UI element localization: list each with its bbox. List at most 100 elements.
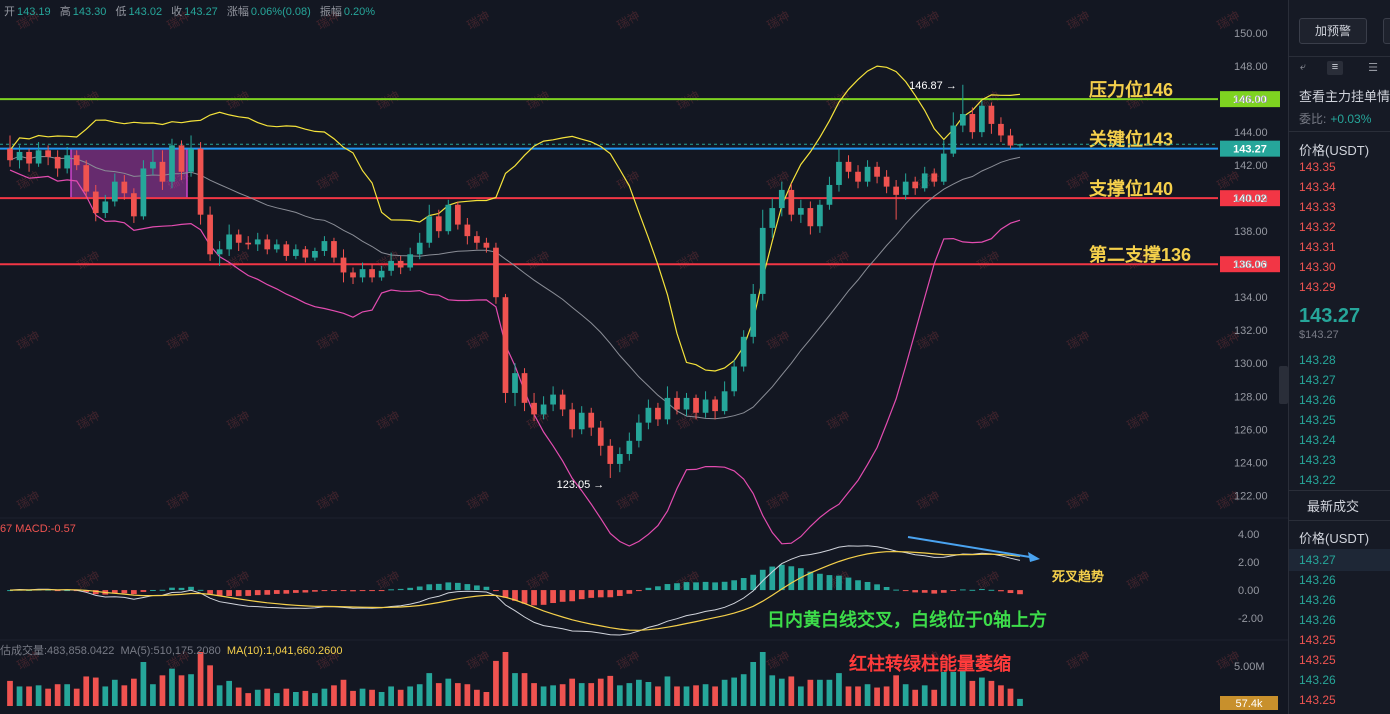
tab-list-icon[interactable]: ☰ (1365, 61, 1381, 75)
watermark-text: 瑞神 (615, 488, 643, 512)
macd-histogram-bar (226, 590, 233, 597)
watermark-text: 瑞神 (975, 408, 1003, 432)
ask-price[interactable]: 143.30 (1299, 260, 1336, 274)
volume-bar (1017, 698, 1023, 706)
price-axis[interactable]: 150.00 148.00 146.00 144.00 142.00 140.00 138.… (1234, 28, 1268, 502)
watermark-text: 瑞神 (915, 488, 943, 512)
watermark-text: 瑞神 (975, 88, 1003, 112)
volume-bar (131, 678, 137, 706)
macd-histogram-bar (607, 590, 614, 598)
volume-last-label: 57.4k (1236, 698, 1263, 710)
candle-body (702, 399, 709, 413)
ratio-value: +0.03% (1330, 112, 1372, 126)
macd-histogram-bar (988, 589, 995, 591)
macd-histogram-bar (902, 590, 909, 592)
macd-histogram-bar (207, 590, 213, 594)
boll-lower-line (9, 169, 1021, 547)
candle-body (950, 125, 957, 154)
divider (1289, 520, 1390, 521)
chart-scroll-handle[interactable] (1279, 366, 1288, 404)
volume-bar (512, 673, 518, 706)
volume-bar (693, 685, 699, 706)
macd-histogram-bar (312, 590, 318, 592)
book-title[interactable]: 查看主力挂单情 (1299, 86, 1390, 105)
ask-price[interactable]: 143.31 (1299, 240, 1336, 254)
volume-bar (893, 675, 899, 706)
candle-body (350, 272, 356, 278)
volume-bar (273, 693, 280, 706)
trades-title: 最新成交 (1307, 499, 1360, 514)
candle-body (807, 208, 814, 227)
volume-bar (426, 673, 433, 706)
candle-body (502, 297, 509, 393)
macd-histogram-bar (759, 569, 766, 591)
bid-price[interactable]: 143.26 (1299, 393, 1336, 407)
macd-histogram-bar (597, 590, 604, 598)
watermark-text: 瑞神 (765, 648, 793, 672)
bid-price[interactable]: 143.22 (1299, 473, 1336, 487)
candle-body (331, 241, 337, 258)
add-alert-button[interactable]: 加预警 (1299, 18, 1367, 44)
price-chart[interactable]: 瑞神 瑞神 瑞神 瑞神 瑞神 瑞神 瑞神 瑞神 瑞神瑞神 瑞神 瑞神 瑞神 瑞神 瑞神 瑞神 瑞神瑞神 瑞神 瑞神… (0, 0, 1288, 714)
close-value: 143.27 (184, 6, 218, 18)
order-book-panel: 加预警 已 ⤶ ≡ ☰ 查看主力挂单情 委比:+0.03% 价格(USDT) 1… (1288, 0, 1390, 714)
macd-annotation: 日内黄白线交叉，白线位于0轴上方 (767, 609, 1047, 630)
macd-histogram-bar (826, 575, 833, 591)
volume-bar (445, 678, 452, 706)
candle-body (140, 168, 147, 217)
watermark-text: 瑞神 (615, 648, 643, 672)
macd-histogram-bar (817, 573, 823, 591)
candle-body (407, 254, 414, 268)
volume-bar (645, 682, 652, 706)
macd-histogram-bar (197, 589, 204, 591)
tab-both-icon[interactable]: ≡ (1327, 61, 1343, 75)
ask-price[interactable]: 143.32 (1299, 220, 1336, 234)
volume-bar (674, 686, 680, 706)
candle-body (588, 412, 595, 428)
ask-price[interactable]: 143.33 (1299, 200, 1336, 214)
watermark-text: 瑞神 (315, 328, 343, 352)
secondary-button[interactable]: 已 (1383, 18, 1390, 44)
macd-histogram-bar (959, 589, 966, 591)
bid-price[interactable]: 143.25 (1299, 413, 1336, 427)
price-tick-label: 142.00 (1234, 160, 1268, 172)
candle-body (921, 173, 928, 189)
low-label: 低 (115, 6, 127, 18)
bid-price[interactable]: 143.24 (1299, 433, 1336, 447)
bid-price[interactable]: 143.23 (1299, 453, 1336, 467)
candle-body (283, 244, 290, 256)
candle-body (454, 204, 461, 225)
macd-histogram-bar (321, 590, 328, 592)
bid-price[interactable]: 143.28 (1299, 353, 1336, 367)
volume-bar (616, 685, 623, 706)
extreme-low-label: 123.05 → (557, 479, 605, 491)
macd-histogram-bar (493, 590, 499, 592)
volume-bar (283, 688, 290, 706)
volume-bar (826, 679, 833, 706)
volume-bar (35, 685, 42, 706)
candle-body (45, 150, 51, 157)
volume-legend: 估成交量:483,858.0422 MA(5):510,175.2080 MA(… (0, 642, 343, 658)
watermark-text: 瑞神 (675, 88, 703, 112)
macd-histogram-bar (712, 582, 718, 591)
ask-price[interactable]: 143.35 (1299, 160, 1336, 174)
watermark-text: 瑞神 (765, 8, 793, 32)
price-tick-label: 144.00 (1234, 127, 1268, 139)
macd-histogram-bar (474, 585, 480, 591)
macd-histogram-bar (998, 590, 1004, 592)
candle-body (607, 445, 614, 464)
ask-price[interactable]: 143.29 (1299, 280, 1336, 294)
ask-price[interactable]: 143.34 (1299, 180, 1336, 194)
volume-bar (531, 683, 537, 706)
price-tick-label: 130.00 (1234, 358, 1268, 370)
mid-price: 143.27 (1299, 305, 1361, 327)
bid-price[interactable]: 143.27 (1299, 373, 1336, 387)
watermark-text: 瑞神 (225, 568, 253, 592)
candle-body (378, 270, 385, 278)
macd-histogram-bar (979, 588, 985, 591)
tab-history-icon[interactable]: ⤶ (1295, 61, 1311, 75)
ratio-label: 委比: (1299, 112, 1327, 126)
candle-body (92, 191, 99, 214)
trade-price: 143.27 (1299, 553, 1336, 567)
volume-bar (817, 679, 823, 706)
